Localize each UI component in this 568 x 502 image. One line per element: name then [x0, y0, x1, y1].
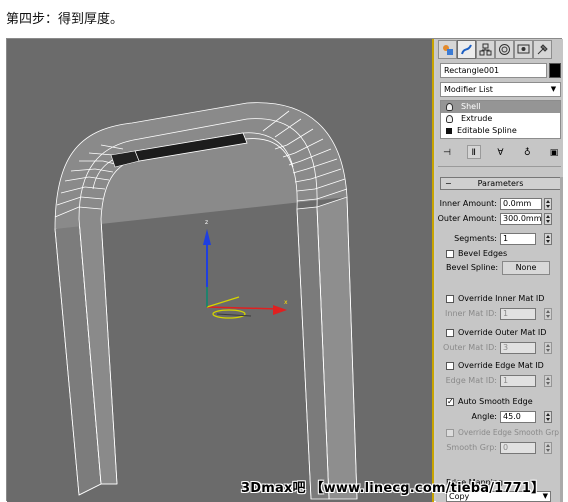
box-icon [446, 128, 452, 134]
outer-mat-id-input[interactable]: 3 [500, 342, 536, 354]
remove-modifier-icon[interactable]: ♁ [520, 145, 534, 159]
outer-mat-id-label: Outer Mat ID: [443, 343, 497, 352]
outer-amount-input[interactable]: 300.0mm [500, 213, 542, 225]
spinner-arrows-icon[interactable] [544, 308, 552, 320]
stack-item-label: Extrude [461, 114, 493, 123]
override-inner-checkbox[interactable] [446, 295, 454, 303]
make-unique-icon[interactable]: ∀ [494, 145, 508, 159]
stack-item-shell[interactable]: Shell [441, 101, 560, 113]
override-outer-checkbox[interactable] [446, 329, 454, 337]
bevel-edges-checkbox[interactable] [446, 250, 454, 258]
spinner-arrows-icon[interactable] [544, 342, 552, 354]
bulb-icon[interactable] [446, 115, 453, 123]
motion-tab-icon[interactable] [495, 40, 514, 59]
override-edge-smooth-row: Override Edge Smooth Grp [436, 426, 563, 440]
object-color-swatch[interactable] [549, 63, 561, 78]
object-name-field[interactable]: Rectangle001 [440, 63, 547, 78]
hierarchy-tab-icon[interactable] [476, 40, 495, 59]
stack-item-label: Editable Spline [457, 126, 517, 135]
bevel-edges-label: Bevel Edges [458, 249, 508, 258]
modifier-list-dropdown[interactable]: Modifier List ▼ [440, 82, 561, 97]
segments-label: Segments: [454, 234, 497, 243]
spinner-arrows-icon[interactable] [544, 213, 552, 225]
show-end-result-icon[interactable]: Ⅱ [466, 145, 481, 159]
max-window: z x Rectangle001 Modifier List ▼ Shell E… [6, 38, 563, 502]
rollout-title: Parameters [477, 179, 524, 188]
panel-scrollbar[interactable] [560, 177, 563, 502]
auto-smooth-row: Auto Smooth Edge [436, 395, 563, 409]
inner-mat-id-input[interactable]: 1 [500, 308, 536, 320]
stack-toolbar: ⊣ Ⅱ ∀ ♁ ▣ [440, 144, 561, 160]
site-watermark: 3Dmax吧 【www.linecg.com/tieba/1771】 [241, 481, 545, 496]
override-inner-row: Override Inner Mat ID [436, 292, 563, 306]
inner-mat-id-label: Inner Mat ID: [445, 309, 497, 318]
command-panel-tabs [438, 40, 552, 59]
edge-mat-id-input[interactable]: 1 [500, 375, 536, 387]
bevel-spline-label: Bevel Spline: [446, 263, 499, 272]
auto-smooth-checkbox[interactable] [446, 395, 454, 409]
spinner-arrows-icon[interactable] [544, 233, 552, 245]
spinner-arrows-icon[interactable] [544, 198, 552, 210]
svg-text:z: z [205, 219, 208, 226]
override-inner-label: Override Inner Mat ID [458, 294, 545, 303]
bevel-edges-row: Bevel Edges [436, 247, 563, 261]
display-tab-icon[interactable] [514, 40, 533, 59]
smooth-grp-label: Smooth Grp: [446, 443, 497, 452]
segments-row: Segments: 1 [436, 232, 563, 246]
inner-amount-label: Inner Amount: [439, 199, 497, 208]
inner-amount-input[interactable]: 0.0mm [500, 198, 542, 210]
spinner-arrows-icon[interactable] [544, 411, 552, 423]
command-panel: Rectangle001 Modifier List ▼ Shell Extru… [436, 39, 563, 502]
outer-amount-row: Outer Amount: 300.0mm [436, 212, 563, 226]
modify-tab-icon[interactable] [457, 40, 476, 59]
stack-item-extrude[interactable]: Extrude [441, 113, 560, 125]
override-edge-checkbox[interactable] [446, 362, 454, 370]
chevron-down-icon: ▼ [550, 85, 557, 93]
create-tab-icon[interactable] [438, 40, 457, 59]
stack-item-editable-spline[interactable]: Editable Spline [441, 125, 560, 137]
override-outer-label: Override Outer Mat ID [458, 328, 547, 337]
smooth-grp-row: Smooth Grp: 0 [436, 441, 563, 455]
utilities-tab-icon[interactable] [533, 40, 552, 59]
override-outer-row: Override Outer Mat ID [436, 326, 563, 340]
svg-text:x: x [284, 299, 288, 306]
angle-input[interactable]: 45.0 [500, 411, 536, 423]
bevel-spline-row: Bevel Spline: None [436, 261, 563, 275]
angle-label: Angle: [471, 412, 497, 421]
spinner-arrows-icon[interactable] [544, 375, 552, 387]
collapse-icon: − [445, 179, 452, 188]
arch-wireframe: z x [54, 102, 358, 500]
spinner-arrows-icon[interactable] [544, 442, 552, 454]
step-caption: 第四步：得到厚度。 [6, 12, 124, 27]
outer-mat-id-row: Outer Mat ID: 3 [436, 341, 563, 355]
override-edge-row: Override Edge Mat ID [436, 359, 563, 373]
override-edge-smooth-checkbox[interactable] [446, 429, 454, 437]
modifier-stack: Shell Extrude Editable Spline [440, 100, 561, 139]
angle-row: Angle: 45.0 [436, 410, 563, 424]
modifier-list-label: Modifier List [444, 85, 493, 94]
auto-smooth-label: Auto Smooth Edge [458, 397, 533, 406]
inner-mat-id-row: Inner Mat ID: 1 [436, 307, 563, 321]
transform-gizmo-icon[interactable]: z x [203, 219, 288, 319]
perspective-viewport[interactable]: z x [7, 39, 434, 502]
override-edge-smooth-label: Override Edge Smooth Grp [458, 428, 560, 437]
segments-input[interactable]: 1 [500, 233, 536, 245]
outer-amount-label: Outer Amount: [437, 214, 497, 223]
stack-item-label: Shell [461, 102, 481, 111]
smooth-grp-input[interactable]: 0 [500, 442, 536, 454]
inner-amount-row: Inner Amount: 0.0mm [436, 197, 563, 211]
edge-mat-id-row: Edge Mat ID: 1 [436, 374, 563, 388]
configure-sets-icon[interactable]: ▣ [547, 145, 561, 159]
override-edge-label: Override Edge Mat ID [458, 361, 544, 370]
bulb-icon[interactable] [446, 103, 453, 111]
parameters-rollout-header[interactable]: − Parameters [440, 177, 561, 190]
divider [438, 166, 561, 167]
edge-mat-id-label: Edge Mat ID: [445, 376, 497, 385]
pin-stack-icon[interactable]: ⊣ [440, 145, 454, 159]
bevel-spline-button[interactable]: None [502, 261, 550, 275]
